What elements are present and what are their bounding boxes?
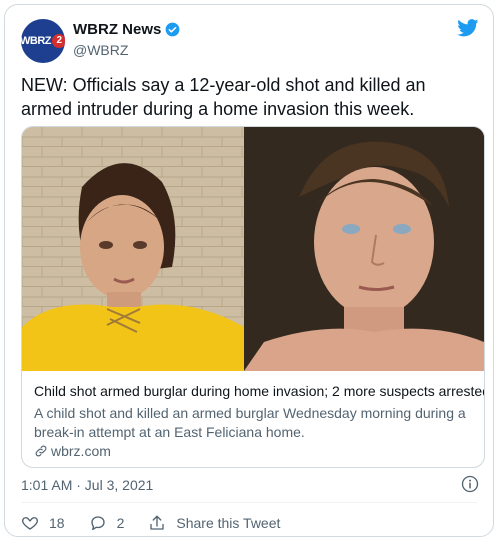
like-button[interactable]: 18 — [21, 514, 65, 532]
action-bar: 18 2 Share this Tweet — [21, 514, 304, 532]
account-name-text: WBRZ News — [73, 21, 162, 38]
link-preview-card[interactable]: Child shot armed burglar during home inv… — [21, 126, 485, 468]
share-button[interactable]: Share this Tweet — [148, 514, 280, 532]
mugshot-man-image — [244, 127, 484, 371]
account-name[interactable]: WBRZ News — [73, 21, 180, 38]
mugshot-woman-image — [22, 127, 244, 371]
tweet-card: WBRZ 2 WBRZ News @WBRZ NEW: Officials say… — [4, 4, 494, 537]
twitter-bird-icon[interactable] — [457, 19, 479, 37]
avatar[interactable]: WBRZ 2 — [21, 19, 65, 63]
card-domain-text: wbrz.com — [51, 443, 111, 459]
reply-bubble-icon — [90, 516, 105, 531]
info-icon[interactable] — [461, 475, 479, 493]
like-count: 18 — [49, 515, 65, 531]
wbrz-logo: WBRZ 2 — [21, 34, 65, 48]
card-title: Child shot armed burglar during home inv… — [34, 383, 485, 399]
account-handle[interactable]: @WBRZ — [73, 42, 128, 58]
link-icon — [35, 445, 47, 457]
reply-count: 2 — [116, 515, 125, 531]
card-description: A child shot and killed an armed burglar… — [34, 405, 466, 440]
share-icon — [150, 515, 165, 530]
divider — [21, 502, 477, 503]
reply-button[interactable]: 2 — [89, 514, 125, 532]
tweet-text: NEW: Officials say a 12-year-old shot an… — [21, 75, 426, 119]
heart-icon — [22, 517, 38, 530]
card-image — [22, 127, 484, 371]
tweet-timestamp[interactable]: 1:01 AM · Jul 3, 2021 — [21, 477, 153, 493]
card-domain: wbrz.com — [34, 443, 111, 459]
verified-badge-icon — [165, 22, 180, 37]
share-label: Share this Tweet — [176, 515, 281, 531]
